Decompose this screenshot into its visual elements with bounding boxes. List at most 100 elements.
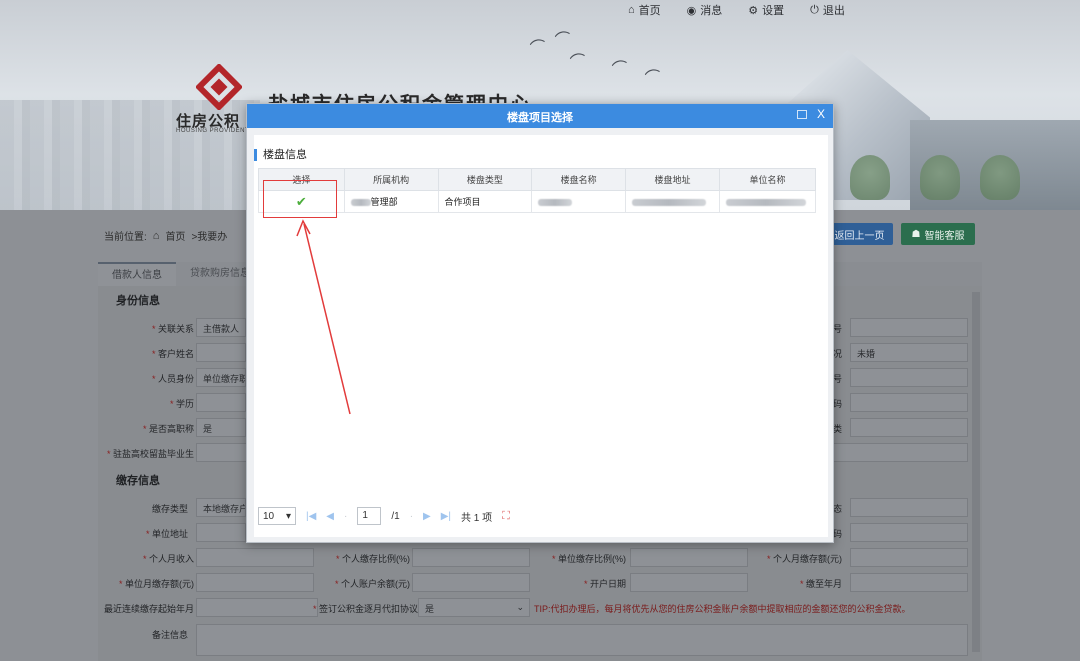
field-input[interactable]: [850, 418, 968, 437]
field-label: 号: [832, 324, 842, 334]
field-input[interactable]: 未婚: [850, 343, 968, 362]
close-icon[interactable]: X: [817, 107, 825, 121]
section-identity: 身份信息: [116, 295, 160, 307]
field-input[interactable]: [196, 573, 314, 592]
field-label: * 是否高职称: [142, 424, 194, 434]
first-page-icon[interactable]: |◀: [306, 511, 316, 522]
field-label: * 学历: [169, 399, 194, 409]
field-label: * 人员身份: [151, 374, 194, 384]
home-icon[interactable]: ⌂: [153, 230, 160, 242]
prev-page-icon[interactable]: ◀: [326, 511, 334, 522]
field-input[interactable]: [850, 318, 968, 337]
org-cell: 管理部: [343, 190, 439, 213]
message-icon: ◉: [686, 4, 697, 17]
divider: ·: [409, 510, 414, 522]
auto-deduct-select[interactable]: 是 ⌄: [418, 598, 530, 617]
field-input[interactable]: 主借款人: [196, 318, 246, 337]
smart-service-button[interactable]: ☗ 智能客服: [901, 223, 975, 245]
crane-bird-icon: ⌒: [643, 68, 664, 89]
breadcrumb-home[interactable]: 首页: [165, 228, 185, 243]
col-type: 楼盘类型: [437, 168, 533, 191]
nav-settings[interactable]: ⚙ 设置: [748, 2, 784, 18]
field-input[interactable]: [850, 548, 968, 567]
field-input[interactable]: [412, 573, 530, 592]
name-cell: [531, 190, 627, 213]
back-button[interactable]: 返回上一页: [826, 223, 893, 245]
field-label: * 签订公积金逐月代扣协议: [312, 604, 418, 614]
redacted-text: [632, 198, 707, 206]
col-org: 所属机构: [343, 168, 439, 191]
table-row[interactable]: ✔ 管理部 合作项目: [258, 190, 817, 213]
field-label: 缴存类型: [151, 504, 188, 514]
type-cell: 合作项目: [437, 190, 533, 213]
field-label: 况: [832, 349, 842, 359]
field-input[interactable]: 是: [196, 418, 246, 437]
field-input[interactable]: [850, 573, 968, 592]
form-row: * 个人月收入 * 个人缴存比例(%) * 单位缴存比例(%) * 个人月缴存额(元): [98, 548, 982, 568]
field-label: 态: [832, 504, 842, 514]
power-icon: ⏻: [810, 3, 819, 16]
field-input[interactable]: [196, 393, 246, 412]
field-input[interactable]: [196, 523, 246, 542]
project-select-dialog: 楼盘项目选择 X 楼盘信息 选择 所属机构 楼盘类型 楼盘名称 楼盘地址 单位名…: [246, 103, 834, 543]
redacted-text: [538, 198, 573, 206]
tab-borrower-info[interactable]: 借款人信息: [98, 262, 176, 286]
section-deposit: 缴存信息: [116, 475, 160, 487]
field-input[interactable]: [630, 548, 748, 567]
field-input[interactable]: 本地缴存户: [196, 498, 246, 517]
housing-fund-logo-icon: [196, 64, 242, 110]
form-scrollbar[interactable]: [972, 292, 980, 652]
highlight-box: [263, 180, 337, 218]
field-input[interactable]: [850, 523, 968, 542]
dialog-title: 楼盘项目选择: [507, 112, 573, 124]
maximize-icon[interactable]: [797, 110, 807, 119]
dialog-body: 楼盘信息 选择 所属机构 楼盘类型 楼盘名称 楼盘地址 单位名称 ✔ 管理部 合…: [254, 135, 828, 537]
section-title: 楼盘信息: [254, 149, 307, 161]
tree-decoration: [920, 155, 960, 200]
field-label: * 缴至年月: [799, 579, 842, 589]
field-input[interactable]: [196, 548, 314, 567]
form-row-remarks: 备注信息: [98, 624, 982, 656]
field-label: 码: [832, 399, 842, 409]
field-label: * 个人月收入: [142, 554, 194, 564]
field-input[interactable]: [850, 393, 968, 412]
breadcrumb-path: >我要办: [191, 232, 228, 243]
unit-cell: [718, 190, 817, 213]
page-size-select[interactable]: 10 ▾: [258, 507, 296, 525]
field-input[interactable]: [850, 498, 968, 517]
field-label: 码: [832, 529, 842, 539]
nav-messages[interactable]: ◉ 消息: [687, 2, 723, 18]
tree-decoration: [850, 155, 890, 200]
field-label: * 个人缴存比例(%): [335, 554, 410, 564]
field-label: * 客户姓名: [151, 349, 194, 359]
crane-bird-icon: ⌒: [568, 52, 589, 73]
page-number-input[interactable]: 1: [357, 507, 382, 525]
last-page-icon[interactable]: ▶|: [441, 511, 451, 522]
redacted-text: [350, 199, 371, 207]
col-unit: 单位名称: [718, 168, 817, 191]
field-label: * 驻盐高校留盐毕业生: [106, 449, 194, 459]
form-row: * 单位月缴存额(元) * 个人账户余额(元) * 开户日期 * 缴至年月: [98, 573, 982, 593]
address-cell: [625, 190, 720, 213]
table-header: 选择 所属机构 楼盘类型 楼盘名称 楼盘地址 单位名称: [258, 168, 817, 191]
field-input[interactable]: [630, 573, 748, 592]
fullscreen-icon[interactable]: ⛶: [502, 510, 510, 523]
divider: ·: [344, 510, 348, 522]
field-input[interactable]: [196, 343, 246, 362]
field-label: * 单位缴存比例(%): [551, 554, 626, 564]
top-navigation: ⌂ 首页 ◉ 消息 ⚙ 设置 ⏻ 退出: [628, 2, 845, 18]
project-table: 选择 所属机构 楼盘类型 楼盘名称 楼盘地址 单位名称 ✔ 管理部 合作项目: [258, 168, 817, 213]
nav-home[interactable]: ⌂ 首页: [628, 2, 661, 18]
field-input[interactable]: 单位缴存职: [196, 368, 246, 387]
field-input[interactable]: [412, 548, 530, 567]
crane-bird-icon: ⌒: [553, 30, 574, 51]
next-page-icon[interactable]: ▶: [423, 511, 431, 522]
field-input[interactable]: [850, 368, 968, 387]
field-label: * 关联关系: [151, 324, 194, 334]
field-label: 备注信息: [151, 630, 188, 640]
deposit-start-input[interactable]: [196, 598, 318, 617]
remarks-textarea[interactable]: [196, 624, 968, 656]
nav-logout[interactable]: ⏻ 退出: [810, 2, 845, 18]
form-row-deposit-start: 最近连续缴存起始年月 * 签订公积金逐月代扣协议 是 ⌄ TIP:代扣办理后，每月…: [98, 598, 982, 618]
chevron-down-icon: ⌄: [516, 602, 524, 612]
